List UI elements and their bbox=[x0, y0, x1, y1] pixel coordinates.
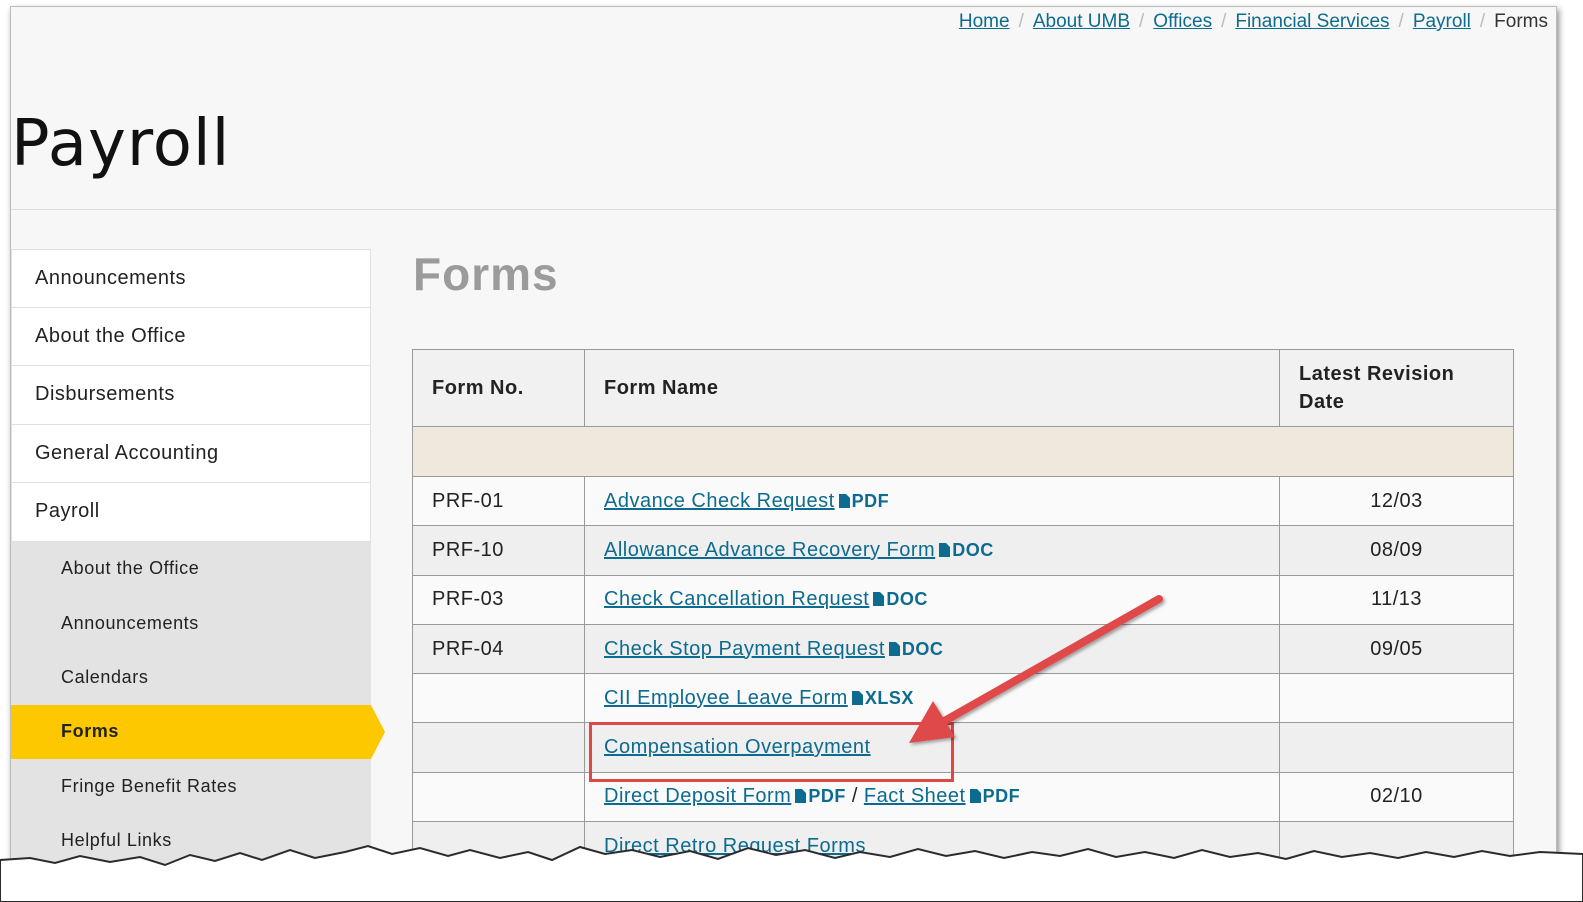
file-type-label: PDF bbox=[808, 786, 846, 807]
form-name-cell: CII Employee Leave Form XLSX bbox=[584, 673, 1280, 724]
sidebar-nav: Announcements About the Office Disbursem… bbox=[11, 249, 385, 868]
form-name-cell: Check Cancellation Request DOC bbox=[584, 574, 1280, 625]
sidebar-item-general-accounting[interactable]: General Accounting bbox=[11, 424, 371, 483]
breadcrumb-current: Forms bbox=[1494, 11, 1548, 32]
form-name-cell: Allowance Advance Recovery Form DOC bbox=[584, 525, 1280, 576]
file-type-badge[interactable]: DOC bbox=[888, 638, 944, 659]
file-icon bbox=[969, 789, 981, 804]
sidebar-item-payroll[interactable]: Payroll bbox=[11, 483, 371, 542]
table-header-row: Form No. Form Name Latest Revision Date bbox=[412, 349, 1514, 427]
title-divider bbox=[11, 209, 1556, 210]
form-link[interactable]: Advance Check Request bbox=[604, 490, 835, 512]
sidebar-item-disbursements[interactable]: Disbursements bbox=[11, 366, 371, 425]
table-row: PRF-03 Check Cancellation Request DOC 11/… bbox=[412, 574, 1514, 625]
table-row: CII Employee Leave Form XLSX bbox=[412, 673, 1514, 724]
form-link[interactable]: Direct Deposit Form bbox=[604, 785, 791, 807]
table-row: PRF-10 Allowance Advance Recovery Form DO… bbox=[412, 525, 1514, 576]
sidebar-item-announcements[interactable]: Announcements bbox=[11, 249, 371, 308]
revision-date: 12/03 bbox=[1279, 475, 1514, 527]
page-title: Payroll bbox=[11, 107, 231, 181]
breadcrumb-separator: / bbox=[1018, 11, 1024, 32]
table-row: PRF-04 Check Stop Payment Request DOC 09/… bbox=[412, 623, 1514, 675]
form-link[interactable]: Check Stop Payment Request bbox=[604, 638, 885, 660]
breadcrumb-offices[interactable]: Offices bbox=[1153, 11, 1212, 32]
header-text-line: Date bbox=[1299, 391, 1345, 413]
file-icon bbox=[888, 641, 900, 656]
breadcrumb-separator: / bbox=[1479, 11, 1486, 32]
file-icon bbox=[939, 542, 951, 557]
breadcrumb-separator: / bbox=[1139, 11, 1145, 32]
revision-date bbox=[1279, 673, 1514, 724]
submenu-item-announcements[interactable]: Announcements bbox=[11, 596, 371, 650]
revision-date: 09/05 bbox=[1279, 623, 1514, 675]
file-type-badge[interactable]: PDF bbox=[795, 786, 846, 806]
file-type-label: PDF bbox=[851, 490, 890, 511]
revision-date: 02/10 bbox=[1279, 771, 1514, 823]
file-type-label: DOC bbox=[886, 589, 928, 610]
file-type-label: DOC bbox=[952, 539, 994, 560]
link-separator: / bbox=[851, 785, 858, 808]
form-number: PRF-10 bbox=[412, 525, 585, 576]
breadcrumb-about-umb[interactable]: About UMB bbox=[1033, 11, 1130, 32]
form-number: PRF-03 bbox=[412, 574, 585, 625]
file-type-label: DOC bbox=[901, 638, 944, 659]
browser-page: Home / About UMB / Offices / Financial Service… bbox=[10, 6, 1557, 886]
breadcrumb: Home / About UMB / Offices / Financial Service… bbox=[959, 11, 1548, 33]
form-link[interactable]: Allowance Advance Recovery Form bbox=[604, 539, 935, 561]
form-name-cell: Advance Check Request PDF bbox=[584, 475, 1280, 527]
breadcrumb-payroll[interactable]: Payroll bbox=[1413, 11, 1471, 32]
table-row: Compensation Overpayment bbox=[412, 722, 1514, 773]
file-icon bbox=[873, 592, 885, 607]
breadcrumb-financial-services[interactable]: Financial Services bbox=[1235, 11, 1389, 32]
file-icon bbox=[838, 493, 850, 508]
forms-table: Form No. Form Name Latest Revision Date P… bbox=[412, 349, 1514, 872]
submenu-item-fringe-benefit-rates[interactable]: Fringe Benefit Rates bbox=[11, 759, 371, 813]
form-link-fact-sheet[interactable]: Fact Sheet bbox=[864, 785, 966, 807]
torn-edge-decoration bbox=[0, 844, 1583, 902]
file-icon bbox=[851, 690, 863, 705]
table-row: Direct Deposit Form PDF / Fact Sheet PDF 02/… bbox=[412, 771, 1514, 823]
revision-date bbox=[1279, 722, 1514, 773]
column-header-revision-date: Latest Revision Date bbox=[1279, 349, 1514, 427]
revision-date: 08/09 bbox=[1279, 525, 1514, 576]
form-link[interactable]: Check Cancellation Request bbox=[604, 588, 869, 610]
file-icon bbox=[795, 789, 807, 804]
header-text-line: Latest Revision bbox=[1299, 363, 1455, 385]
revision-date: 11/13 bbox=[1279, 574, 1514, 625]
section-heading: Forms bbox=[413, 248, 559, 300]
form-number bbox=[412, 771, 585, 823]
file-type-badge[interactable]: PDF bbox=[838, 490, 890, 511]
file-type-badge[interactable]: DOC bbox=[873, 589, 928, 609]
form-link[interactable]: CII Employee Leave Form bbox=[604, 687, 848, 709]
file-type-label: PDF bbox=[982, 786, 1021, 807]
breadcrumb-separator: / bbox=[1221, 11, 1227, 32]
form-number: PRF-04 bbox=[412, 623, 585, 675]
annotation-highlight-box bbox=[589, 722, 954, 782]
form-number bbox=[412, 722, 585, 773]
file-type-label: XLSX bbox=[864, 687, 914, 708]
submenu-item-forms[interactable]: Forms bbox=[11, 704, 385, 760]
file-type-badge[interactable]: XLSX bbox=[851, 687, 914, 708]
submenu-item-about-the-office[interactable]: About the Office bbox=[11, 542, 371, 596]
column-header-form-no: Form No. bbox=[412, 349, 585, 427]
submenu-item-calendars[interactable]: Calendars bbox=[11, 650, 371, 704]
form-number: PRF-01 bbox=[412, 475, 585, 527]
sidebar-item-about-the-office[interactable]: About the Office bbox=[11, 307, 371, 366]
file-type-badge[interactable]: PDF bbox=[969, 786, 1021, 807]
form-number bbox=[412, 673, 585, 724]
form-name-cell: Check Stop Payment Request DOC bbox=[584, 623, 1280, 675]
column-header-form-name: Form Name bbox=[584, 349, 1280, 427]
table-row: PRF-01 Advance Check Request PDF 12/03 bbox=[412, 475, 1514, 527]
file-type-badge[interactable]: DOC bbox=[939, 540, 994, 560]
breadcrumb-separator: / bbox=[1398, 11, 1404, 32]
table-spacer-row bbox=[412, 426, 1514, 477]
sidebar-submenu-payroll: About the Office Announcements Calendars… bbox=[11, 541, 385, 868]
breadcrumb-home[interactable]: Home bbox=[959, 11, 1010, 32]
